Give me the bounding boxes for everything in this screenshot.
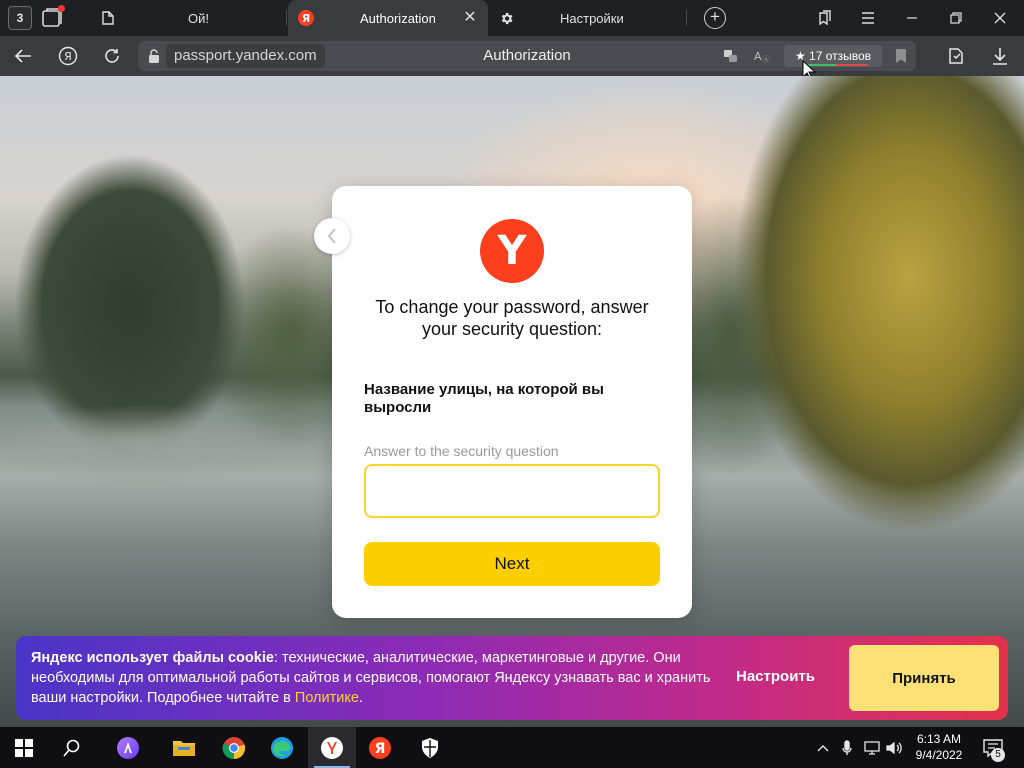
tab-title: Ой!	[188, 10, 209, 26]
yandex-app-icon[interactable]: Я	[356, 727, 404, 768]
security-question: Название улицы, на которой вы выросли	[364, 381, 604, 416]
heading-line-1: To change your password, answer	[375, 297, 649, 317]
answer-label: Answer to the security question	[364, 443, 559, 459]
svg-text:A: A	[754, 50, 762, 63]
policy-link[interactable]: Политике	[295, 690, 359, 706]
tab-oi[interactable]: Ой!	[96, 0, 286, 36]
close-window-icon[interactable]	[990, 8, 1010, 28]
close-tab-icon[interactable]: ✕	[462, 10, 478, 26]
omnibox[interactable]: passport.yandex.com Authorization A Ⓐ ★ 1…	[138, 41, 916, 71]
logo-letter: Y	[497, 228, 527, 274]
cookie-banner: Яндекс использует файлы cookie: техничес…	[16, 636, 1008, 720]
search-icon[interactable]	[48, 727, 96, 768]
svg-text:Ⓐ: Ⓐ	[762, 55, 770, 64]
lock-icon[interactable]	[146, 48, 162, 64]
download-icon[interactable]	[989, 45, 1011, 67]
security-shield-icon[interactable]	[406, 727, 454, 768]
bookmarks-collection-icon[interactable]	[814, 8, 834, 28]
chrome-icon[interactable]	[210, 727, 258, 768]
next-button[interactable]: Next	[364, 542, 660, 586]
svg-text:Я: Я	[302, 12, 310, 25]
cookie-text: Яндекс использует файлы cookie: техничес…	[31, 648, 721, 708]
new-tab-button[interactable]: +	[704, 7, 726, 29]
windows-start-icon[interactable]	[0, 727, 48, 768]
alice-assistant-icon[interactable]	[104, 727, 152, 768]
chevron-left-icon	[327, 228, 336, 244]
tab-separator	[286, 10, 287, 26]
cookie-bold-text: Яндекс использует файлы cookie	[31, 650, 274, 666]
menu-icon[interactable]	[858, 8, 878, 28]
tab-separator	[686, 10, 687, 26]
background-trees-right	[690, 76, 1024, 576]
reload-icon[interactable]	[101, 45, 123, 67]
tab-counter-button[interactable]: 3	[8, 6, 32, 30]
notification-dot	[58, 5, 65, 12]
translate-page-icon[interactable]	[723, 48, 739, 64]
url-text[interactable]: passport.yandex.com	[166, 44, 325, 68]
tab-authorization[interactable]: Я Authorization ✕	[288, 0, 488, 36]
system-clock[interactable]: 6:13 AM 9/4/2022	[898, 731, 980, 763]
clock-time: 6:13 AM	[916, 732, 962, 746]
background-meadow	[0, 406, 340, 496]
document-icon	[100, 10, 116, 26]
accept-button[interactable]: Принять	[849, 645, 999, 711]
taskbar: Я 6:13 AM 9/4/2022 5	[0, 727, 1024, 768]
network-icon[interactable]	[862, 727, 882, 768]
svg-text:Я: Я	[375, 741, 386, 757]
restore-icon[interactable]	[946, 8, 966, 28]
edge-icon[interactable]	[258, 727, 306, 768]
reader-mode-icon[interactable]: A Ⓐ	[754, 48, 770, 64]
tab-count: 3	[16, 11, 24, 25]
auth-card: Y To change your password, answer your se…	[332, 186, 692, 618]
clock-date: 9/4/2022	[915, 748, 963, 762]
back-button[interactable]	[314, 218, 350, 254]
tab-settings[interactable]: Настройки	[492, 0, 682, 36]
minimize-icon[interactable]	[902, 8, 922, 28]
notification-count-badge: 5	[991, 748, 1005, 762]
chevron-up-icon[interactable]	[814, 727, 832, 768]
tab-title: Authorization	[360, 10, 436, 26]
address-bar: Я passport.yandex.com Authorization A Ⓐ ★…	[0, 36, 1024, 76]
heading-line-2: your security question:	[421, 319, 603, 339]
svg-text:Я: Я	[64, 50, 72, 63]
microphone-icon[interactable]	[838, 727, 856, 768]
tab-title: Настройки	[560, 10, 624, 26]
yandex-logo: Y	[480, 219, 544, 283]
answer-input[interactable]	[364, 464, 660, 518]
reviews-badge[interactable]: ★ 17 отзывов	[784, 45, 882, 67]
cookie-end-text: .	[358, 690, 363, 706]
auth-heading: To change your password, answer your secu…	[352, 296, 672, 340]
reviews-count: 17 отзывов	[809, 49, 872, 63]
back-arrow-icon[interactable]	[12, 45, 34, 67]
gear-icon	[498, 10, 514, 26]
yandex-icon: Я	[298, 10, 314, 26]
bookmark-icon[interactable]	[895, 48, 911, 64]
yandex-home-icon[interactable]: Я	[57, 45, 79, 67]
configure-button[interactable]: Настроить	[736, 668, 815, 685]
file-explorer-icon[interactable]	[160, 727, 208, 768]
tab-strip: 3 Ой! Я Authorization ✕ Настройки +	[0, 0, 1024, 36]
yandex-browser-icon[interactable]	[308, 727, 356, 768]
protect-icon[interactable]	[945, 45, 967, 67]
tab-groups-icon[interactable]	[40, 5, 65, 30]
